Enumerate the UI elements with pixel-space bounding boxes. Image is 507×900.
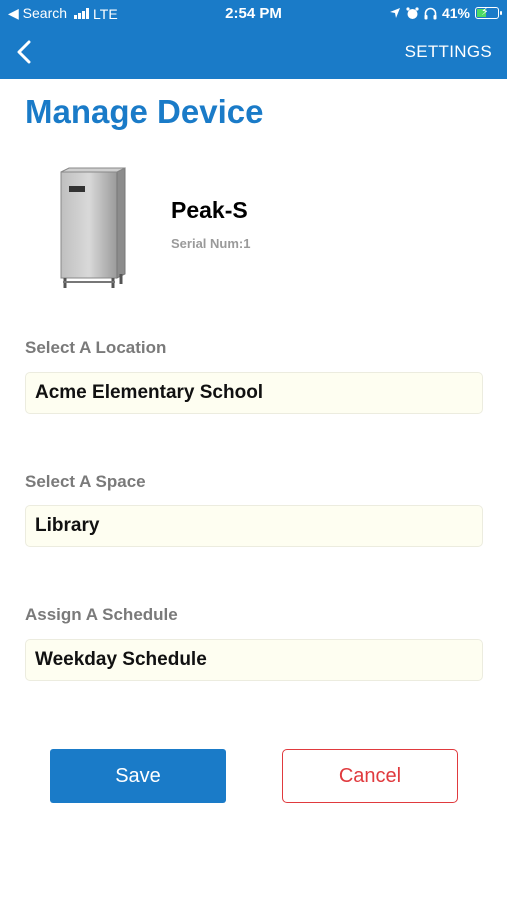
space-label: Select A Space [25, 472, 146, 491]
battery-percent: 41% [441, 5, 470, 21]
schedule-label: Assign A Schedule [25, 605, 178, 624]
app-header: ◀ Search LTE 2:54 PM 41% ⚡ SETTINGS [0, 0, 507, 79]
location-select[interactable]: Acme Elementary School [25, 372, 483, 414]
schedule-select[interactable]: Weekday Schedule [25, 639, 483, 681]
status-right: 41% ⚡ [389, 5, 502, 21]
back-button[interactable] [10, 36, 38, 68]
save-button[interactable]: Save [50, 749, 226, 803]
location-arrow-icon [389, 8, 400, 18]
status-bar: ◀ Search LTE 2:54 PM 41% ⚡ [0, 0, 507, 28]
battery-icon: ⚡ [475, 6, 502, 19]
location-label: Select A Location [25, 338, 167, 357]
serial-number: Serial Num:1 [171, 236, 251, 251]
page-title: Manage Device [25, 93, 264, 130]
device-image [60, 167, 126, 288]
chevron-left-icon [17, 40, 31, 64]
space-select[interactable]: Library [25, 505, 483, 547]
alarm-icon [406, 6, 419, 19]
settings-button[interactable]: SETTINGS [405, 42, 492, 62]
cancel-button[interactable]: Cancel [282, 749, 458, 803]
device-name: Peak-S [171, 197, 248, 223]
headphones-icon [424, 7, 437, 19]
